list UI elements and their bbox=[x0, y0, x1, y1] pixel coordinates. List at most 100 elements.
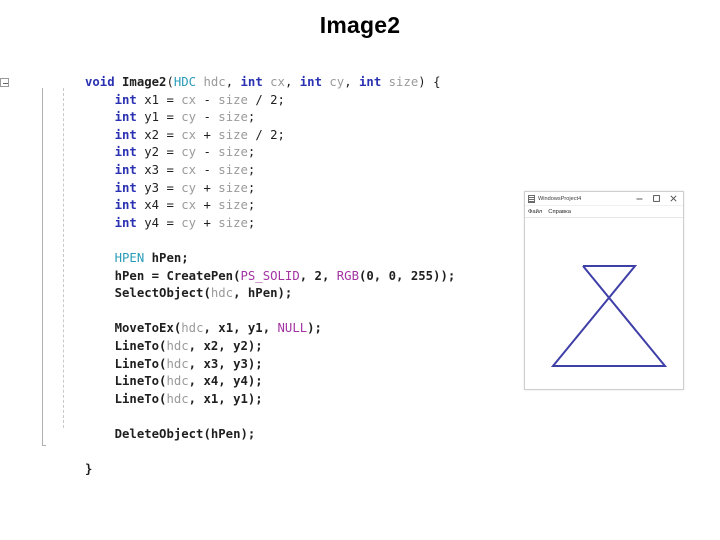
code-listing: void Image2(HDC hdc, int cx, int cy, int… bbox=[38, 74, 478, 479]
code-token: DeleteObject bbox=[114, 426, 204, 441]
close-button[interactable] bbox=[665, 192, 682, 205]
menu-item-file[interactable]: Файл bbox=[528, 209, 542, 215]
code-token: + bbox=[196, 215, 219, 230]
code-token: LineTo bbox=[114, 338, 160, 353]
app-window-title: WindowsProject4 bbox=[538, 195, 582, 202]
code-token: size bbox=[218, 110, 248, 125]
code-token: size bbox=[218, 127, 248, 142]
code-line: DeleteObject(hPen); bbox=[38, 426, 478, 444]
code-line: LineTo(hdc, x1, y1); bbox=[38, 391, 478, 409]
code-token: ; bbox=[247, 110, 256, 125]
code-token: ; bbox=[247, 198, 256, 213]
code-token: MoveToEx bbox=[114, 321, 174, 336]
maximize-button[interactable] bbox=[648, 192, 665, 205]
code-token: y2 = bbox=[136, 145, 182, 160]
code-token: int bbox=[114, 127, 137, 142]
code-token: - bbox=[196, 162, 219, 177]
code-token: int bbox=[114, 215, 137, 230]
code-line bbox=[38, 408, 478, 426]
code-token: / bbox=[247, 127, 271, 142]
code-token: 0 bbox=[366, 268, 374, 283]
app-window-titlebar[interactable]: WindowsProject4 bbox=[525, 192, 683, 206]
code-token: int bbox=[114, 180, 137, 195]
code-token: ; bbox=[247, 215, 256, 230]
code-token: y1 = bbox=[136, 110, 182, 125]
code-token: ; bbox=[181, 250, 189, 265]
code-line-text: int x2 = cx + size / 2; bbox=[38, 127, 478, 145]
code-token: size bbox=[218, 180, 248, 195]
code-token: + bbox=[196, 198, 219, 213]
code-token: int bbox=[240, 75, 263, 89]
minimize-button[interactable] bbox=[631, 192, 648, 205]
code-line: int x3 = cx - size; bbox=[38, 162, 478, 180]
code-token: , bbox=[225, 75, 241, 89]
code-line: int y4 = cy + size; bbox=[38, 215, 478, 233]
menu-item-help[interactable]: Справка bbox=[548, 209, 571, 215]
code-token: RGB bbox=[336, 268, 359, 283]
code-token: ; bbox=[247, 145, 256, 160]
app-window[interactable]: WindowsProject4 Файл Справка bbox=[524, 191, 684, 390]
code-token: HPEN bbox=[114, 250, 145, 265]
code-token: size bbox=[218, 198, 248, 213]
code-token: 2 bbox=[270, 92, 278, 107]
code-line-text: int x1 = cx - size / 2; bbox=[38, 92, 478, 110]
code-token: PS_SOLID bbox=[240, 268, 300, 283]
code-token: x3 = bbox=[136, 162, 182, 177]
code-token: cx bbox=[181, 127, 197, 142]
code-token: , bbox=[284, 75, 300, 89]
code-token: int bbox=[299, 75, 322, 89]
code-token: size bbox=[218, 145, 248, 160]
code-token: hdc bbox=[166, 338, 189, 353]
code-line: int x2 = cx + size / 2; bbox=[38, 127, 478, 145]
code-token: , bbox=[321, 268, 337, 283]
code-line: HPEN hPen; bbox=[38, 250, 478, 268]
code-line-text: int y3 = cy + size; bbox=[38, 180, 478, 198]
code-token: , x1, y1); bbox=[188, 391, 263, 406]
code-token: hdc bbox=[166, 374, 189, 389]
code-token: cy bbox=[181, 145, 197, 160]
code-token: int bbox=[114, 92, 137, 107]
code-line: int x4 = cx + size; bbox=[38, 197, 478, 215]
code-line: LineTo(hdc, x2, y2); bbox=[38, 338, 478, 356]
code-line-text: int y4 = cy + size; bbox=[38, 215, 478, 233]
code-collapse-toggle-icon[interactable] bbox=[0, 78, 9, 87]
code-line-text: int y2 = cy - size; bbox=[38, 144, 478, 162]
code-token: + bbox=[196, 127, 219, 142]
code-line: LineTo(hdc, x4, y4); bbox=[38, 373, 478, 391]
code-token: + bbox=[196, 180, 219, 195]
code-token: (hPen); bbox=[203, 426, 256, 441]
app-window-menubar[interactable]: Файл Справка bbox=[525, 206, 683, 218]
code-token: ( bbox=[166, 75, 174, 89]
code-token: int bbox=[114, 162, 137, 177]
code-token: ; bbox=[277, 92, 285, 107]
code-token: x2 = bbox=[136, 127, 182, 142]
code-line-text: HPEN hPen; bbox=[38, 250, 478, 268]
code-token: ( bbox=[203, 286, 211, 301]
code-line bbox=[38, 443, 478, 461]
code-token: x1 = bbox=[136, 92, 182, 107]
code-token: cx bbox=[270, 75, 285, 89]
code-line-text: LineTo(hdc, x1, y1); bbox=[38, 391, 478, 409]
code-token: - bbox=[196, 110, 219, 125]
code-token: int bbox=[359, 75, 382, 89]
code-line-text: int y1 = cy - size; bbox=[38, 109, 478, 127]
code-token: cy bbox=[181, 180, 197, 195]
code-token: size bbox=[218, 92, 248, 107]
code-token: ) { bbox=[418, 75, 441, 89]
code-token: - bbox=[196, 92, 219, 107]
code-token: x4 = bbox=[136, 198, 182, 213]
